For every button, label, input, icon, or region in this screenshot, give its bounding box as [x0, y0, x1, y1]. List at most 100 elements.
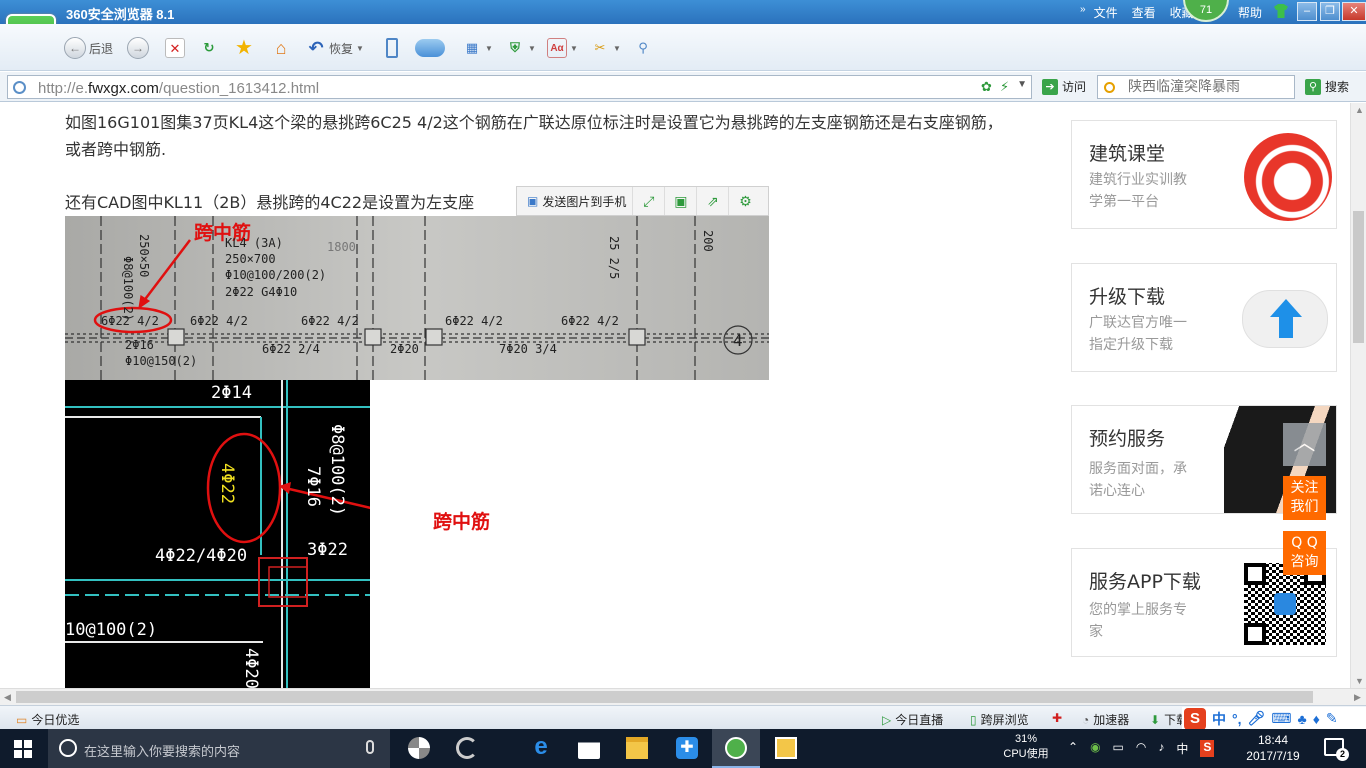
chevron-right-icon[interactable]: » — [1080, 4, 1086, 21]
settings-icon[interactable]: ⚙ — [729, 187, 761, 215]
translate-button[interactable]: Aα ▼ — [547, 36, 578, 60]
favorite-button[interactable]: ★ — [234, 36, 254, 60]
url-text[interactable]: http://e.fwxgx.com/question_1613412.html — [38, 80, 319, 97]
nvidia-icon[interactable]: ◉ — [1090, 740, 1100, 757]
horizontal-scroll-thumb[interactable] — [16, 691, 1313, 703]
security-button[interactable]: ⛨ ▼ — [505, 36, 536, 60]
dropdown-arrow-icon: ▼ — [528, 43, 536, 53]
send-to-phone-label: 发送图片到手机 — [542, 194, 627, 209]
qq-consult-button[interactable]: Q Q 咨询 — [1283, 531, 1326, 575]
url-dropdown-icon[interactable]: ▼ — [1017, 79, 1027, 95]
screenshot-button[interactable]: ✂ ▼ — [590, 36, 621, 60]
search-input[interactable] — [1128, 79, 1288, 95]
taskbar-app-360browser[interactable] — [712, 729, 760, 768]
cloud-button[interactable] — [415, 36, 445, 60]
close-window-button[interactable]: ✕ — [1342, 2, 1366, 21]
home-button[interactable]: ⌂ — [271, 36, 291, 60]
accelerator-button[interactable]: ◔ 加速器 — [1082, 711, 1129, 728]
shirt-icon[interactable]: ♦ — [1313, 711, 1320, 727]
scroll-down-icon[interactable]: ▼ — [1355, 676, 1364, 686]
search-box[interactable] — [1097, 75, 1295, 99]
zoom-button[interactable]: ⚲ — [633, 36, 653, 60]
wifi-icon[interactable]: ◠ — [1136, 740, 1146, 757]
taskbar-search-box[interactable]: 在这里输入你要搜索的内容 — [48, 729, 390, 768]
today-live-button[interactable]: ▷ 今日直播 — [882, 711, 943, 728]
lightning-icon[interactable]: ⚡ — [1000, 79, 1009, 95]
qq-consult-line2: 咨询 — [1290, 554, 1319, 570]
send-to-phone-button[interactable]: ▣ 发送图片到手机 — [517, 187, 634, 215]
back-to-top-button[interactable]: ︿ — [1283, 423, 1326, 466]
fullscreen-icon[interactable]: ⤢ — [633, 187, 666, 215]
apps-button[interactable]: ▦ ▼ — [462, 36, 493, 60]
vertical-scrollbar[interactable]: ▲ ▼ — [1350, 103, 1366, 688]
ime-mode[interactable]: 中 — [1212, 709, 1226, 729]
menu-help[interactable]: 帮助 — [1238, 4, 1262, 21]
brand-logo-icon — [1244, 133, 1332, 221]
scroll-left-icon[interactable]: ◀ — [4, 692, 11, 703]
ad-upgrade-download[interactable]: 升级下载 广联达官方唯一 指定升级下载 — [1071, 263, 1337, 372]
cad-label: 3Φ22 — [307, 540, 348, 560]
scroll-up-icon[interactable]: ▲ — [1355, 105, 1364, 115]
search-engine-icon[interactable] — [1104, 82, 1115, 93]
forward-button[interactable]: → — [127, 36, 149, 60]
tools-icon[interactable]: ✎ — [1326, 710, 1338, 727]
refresh-button[interactable]: ↻ — [199, 36, 219, 60]
action-center-icon[interactable]: 2 — [1324, 738, 1349, 761]
taskbar-app-explorer[interactable] — [613, 729, 661, 768]
share-icon[interactable]: ⇗ — [697, 187, 730, 215]
windows-start-icon[interactable] — [14, 740, 32, 758]
taskbar-app-swirl[interactable] — [443, 729, 491, 768]
globe-icon — [13, 81, 26, 94]
follow-us-button[interactable]: 关注 我们 — [1283, 476, 1326, 520]
skin-icon[interactable]: ♣ — [1298, 711, 1307, 727]
ad-building-class[interactable]: 建筑课堂 建筑行业实训教 学第一平台 — [1071, 120, 1337, 229]
ad-title: 建筑课堂 — [1089, 143, 1166, 165]
taskbar-app-assistant[interactable]: ✚ — [663, 729, 711, 768]
battery-icon[interactable]: ▭ — [1113, 740, 1124, 757]
undo-icon: ↶ — [308, 38, 324, 58]
taskbar-app-store[interactable] — [565, 729, 613, 768]
taskbar-app-notes[interactable] — [762, 729, 810, 768]
ime-toolbar[interactable]: S 中 °, 🎤︎ ⌨ ♣ ♦ ✎ — [1182, 707, 1366, 730]
microphone-icon[interactable] — [366, 740, 374, 754]
taskbar-search-placeholder: 在这里输入你要搜索的内容 — [84, 744, 241, 759]
volume-icon[interactable]: ♪ — [1158, 740, 1164, 757]
cross-screen-button[interactable]: ▯ 跨屏浏览 — [970, 711, 1029, 728]
keyboard-icon[interactable]: ⌨ — [1271, 710, 1291, 727]
back-button[interactable]: ← 后退 — [64, 36, 113, 60]
search-button[interactable]: ⚲ 搜索 — [1305, 78, 1349, 95]
restore-button[interactable]: ↶ 恢复 ▼ — [306, 36, 363, 60]
qq-consult-line1: Q Q — [1291, 535, 1318, 551]
minimize-button[interactable]: – — [1297, 2, 1317, 21]
visit-button[interactable]: ➔ 访问 — [1042, 78, 1086, 95]
menu-file[interactable]: 文件 — [1094, 4, 1118, 21]
url-field[interactable]: http://e.fwxgx.com/question_1613412.html… — [7, 75, 1032, 99]
compatibility-icon[interactable]: ✿ — [981, 79, 992, 95]
show-hidden-icons-icon[interactable]: ⌃ — [1068, 740, 1078, 757]
skin-icon[interactable] — [1274, 4, 1288, 18]
cross-screen-label: 跨屏浏览 — [980, 713, 1029, 727]
menu-view[interactable]: 查看 — [1132, 4, 1156, 21]
mobile-button[interactable] — [386, 36, 398, 60]
today-picks-button[interactable]: ▭ 今日优选 — [16, 711, 79, 728]
cpu-usage[interactable]: 31% CPU使用 — [1000, 732, 1052, 762]
vertical-scroll-thumb[interactable] — [1353, 211, 1364, 343]
cad-label: 7Φ16 — [303, 466, 323, 507]
stop-button[interactable]: ✕ — [165, 36, 185, 60]
microphone-icon[interactable]: 🎤︎ — [1248, 710, 1266, 727]
sogou-tray-icon[interactable]: S — [1200, 740, 1215, 757]
clock-date: 2017/7/19 — [1246, 749, 1300, 763]
system-clock[interactable]: 18:44 2017/7/19 — [1238, 732, 1308, 764]
punctuation-icon[interactable]: °, — [1232, 711, 1242, 727]
taskbar-app-pinwheel[interactable] — [395, 729, 443, 768]
horizontal-scrollbar[interactable]: ◀ ▶ — [0, 688, 1366, 705]
taskbar-app-edge[interactable]: e — [517, 729, 565, 768]
ad-title: 预约服务 — [1089, 428, 1166, 450]
restore-window-button[interactable]: ❐ — [1320, 2, 1340, 21]
taskbar-ime[interactable]: 中 — [1176, 740, 1188, 757]
scroll-right-icon[interactable]: ▶ — [1354, 692, 1361, 703]
medical-button[interactable]: ✚ — [1052, 711, 1062, 725]
save-icon[interactable]: ▣ — [665, 187, 698, 215]
title-menu: » 文件 查看 收藏 — [1080, 4, 1194, 21]
question-paragraph-1: 如图16G101图集37页KL4这个梁的悬挑跨6C25 4/2这个钢筋在广联达原… — [65, 113, 1003, 159]
